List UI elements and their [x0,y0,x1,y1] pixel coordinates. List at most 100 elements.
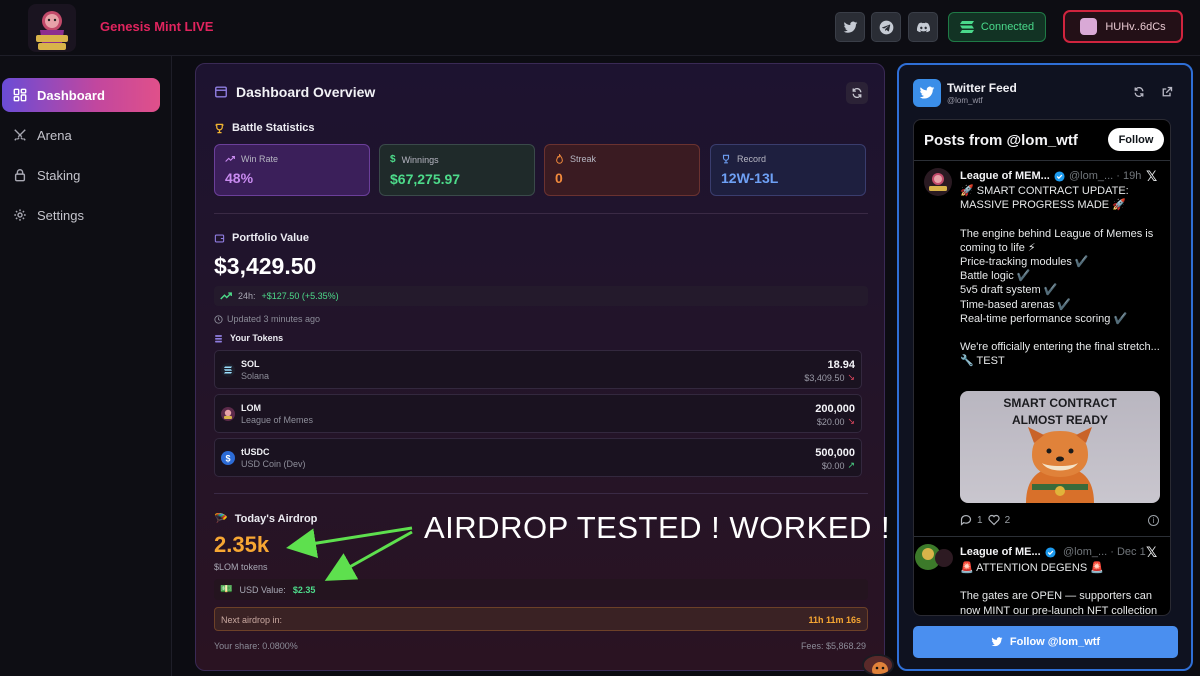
usdc-icon: $ [221,451,235,465]
tweet-body: 🚀 SMART CONTRACT UPDATE: MASSIVE PROGRES… [960,185,1160,368]
twitter-icon [991,637,1003,647]
token-usd-value: $0.00 [821,460,845,471]
sidebar-item-label: Staking [37,167,81,183]
refresh-button[interactable] [846,82,868,104]
heart-icon[interactable] [987,514,1000,526]
sidebar-item-staking[interactable]: Staking [2,158,160,192]
portfolio-title: Portfolio Value [232,232,310,244]
token-row-tusdc[interactable]: $ tUSDC USD Coin (Dev) 500,000 $0.00 ↗ [214,438,862,477]
coins-icon [215,334,222,342]
token-usd: $0.00 ↗ [822,460,855,471]
airdrop-share: Your share: 0.0800% [214,641,298,651]
parachute-icon: 🪂 [214,513,228,525]
follow-button-label: Follow @lom_wtf [1009,636,1101,648]
gear-icon [14,209,26,221]
token-symbol: LOM [241,403,261,413]
token-amount: 18.94 [827,359,855,371]
clock-icon [214,314,223,324]
airdrop-unit: $LOM tokens [214,562,268,572]
calendar-icon [215,86,227,98]
next-airdrop-countdown: Next airdrop in: 11h 11m 16s [214,607,868,631]
telegram-icon [879,20,893,34]
token-amount: 200,000 [815,403,855,415]
tweet-handle: @lom_... [1063,546,1108,558]
floating-avatar[interactable] [862,654,894,676]
wallet-button[interactable]: HUHv..6dCs [1063,10,1183,43]
sidebar-item-dashboard[interactable]: Dashboard [2,78,160,112]
twitter-panel: Twitter Feed @lom_wtf Posts from @lom_wt… [897,63,1193,671]
follow-pill-button[interactable]: Follow [1108,128,1164,151]
reply-icon[interactable] [960,514,972,526]
token-row-lom[interactable]: LOM League of Memes 200,000 $20.00 ↘ [214,394,862,433]
dollar-icon: $ [390,154,396,165]
trending-up-icon [220,292,232,300]
league-of-memes-logo[interactable] [28,4,76,52]
annotation-text: AIRDROP TESTED ! WORKED ! [424,510,891,545]
reply-count: 1 [977,514,983,526]
twitter-icon [913,79,941,107]
twitter-external-link-button[interactable] [1161,85,1175,99]
wallet-icon [214,234,225,242]
tweet-body: 🚨 ATTENTION DEGENS 🚨 The gates are OPEN … [960,562,1158,616]
discord-link-button[interactable] [908,12,938,42]
portfolio-value: $3,429.50 [214,253,317,279]
lom-token-icon [221,407,235,421]
airdrop-fees: Fees: $5,868.29 [800,641,866,651]
token-usd-value: $3,409.50 [804,372,845,383]
solana-icon [959,21,974,33]
battle-statistics-heading: Battle Statistics [214,122,315,134]
token-usd-value: $20.00 [816,416,845,427]
trophy-icon [722,154,730,164]
stat-value: 12W-13L [721,170,779,186]
brand-title: Genesis Mint LIVE [100,19,214,34]
token-name: Solana [241,371,270,381]
twitter-feed[interactable]: Posts from @lom_wtf Follow League of MEM… [913,119,1171,616]
external-link-icon [1162,86,1173,97]
stat-label: Winnings [401,154,439,165]
twitter-refresh-button[interactable] [1133,85,1147,99]
token-name: USD Coin (Dev) [241,459,306,469]
page-title-text: Dashboard Overview [236,84,376,100]
flame-icon [556,154,563,164]
token-row-sol[interactable]: SOL Solana 18.94 $3,409.50 ↘ [214,350,862,389]
avatar[interactable] [924,168,952,196]
token-symbol: tUSDC [241,447,270,457]
telegram-link-button[interactable] [871,12,901,42]
tweet-author[interactable]: League of ME... [960,546,1056,558]
stat-card-win-rate: Win Rate 48% [214,144,370,196]
next-airdrop-label: Next airdrop in: [221,615,283,625]
tweet-image-caption: SMART CONTRACT ALMOST READY [1003,396,1117,427]
your-tokens-title: Your Tokens [230,333,284,343]
svg-text:$: $ [225,454,230,464]
wallet-address: HUHv..6dCs [1105,20,1166,33]
trending-down-icon: ↘ [847,372,855,382]
connected-status-button[interactable]: Connected [948,12,1046,42]
verified-icon [1054,170,1065,182]
verified-icon [1045,546,1056,558]
sidebar-item-arena[interactable]: Arena [2,118,160,152]
updated-text: Updated 3 minutes ago [227,314,321,324]
tweet-author[interactable]: League of MEM... [960,170,1065,182]
shiba-dog-illustration [1026,427,1094,503]
change-value: +$127.50 (+5.35%) [261,291,339,301]
tweet-stats: 1 2 [960,514,1010,526]
airdrop-title: Today's Airdrop [234,512,318,525]
token-symbol: SOL [241,359,260,369]
follow-twitter-button[interactable]: Follow @lom_wtf [913,626,1178,658]
sidebar-item-settings[interactable]: Settings [2,198,160,232]
avatar[interactable] [914,540,956,574]
discord-icon [916,22,930,32]
sidebar-item-label: Settings [37,207,84,223]
x-logo-icon: 𝕏 [1146,168,1158,184]
tweet-image[interactable]: SMART CONTRACT ALMOST READY [960,391,1160,503]
your-tokens-heading: Your Tokens [214,333,283,343]
info-icon[interactable]: i [1148,515,1159,526]
change-label: 24h: [238,291,256,301]
stat-value: 0 [555,170,563,186]
solana-icon [221,363,235,377]
usd-label: USD Value: [239,584,286,595]
airdrop-amount: 2.35k [214,532,270,557]
tweet-author-name: League of ME... [960,546,1041,558]
refresh-icon [1134,86,1144,98]
twitter-link-button[interactable] [835,12,865,42]
